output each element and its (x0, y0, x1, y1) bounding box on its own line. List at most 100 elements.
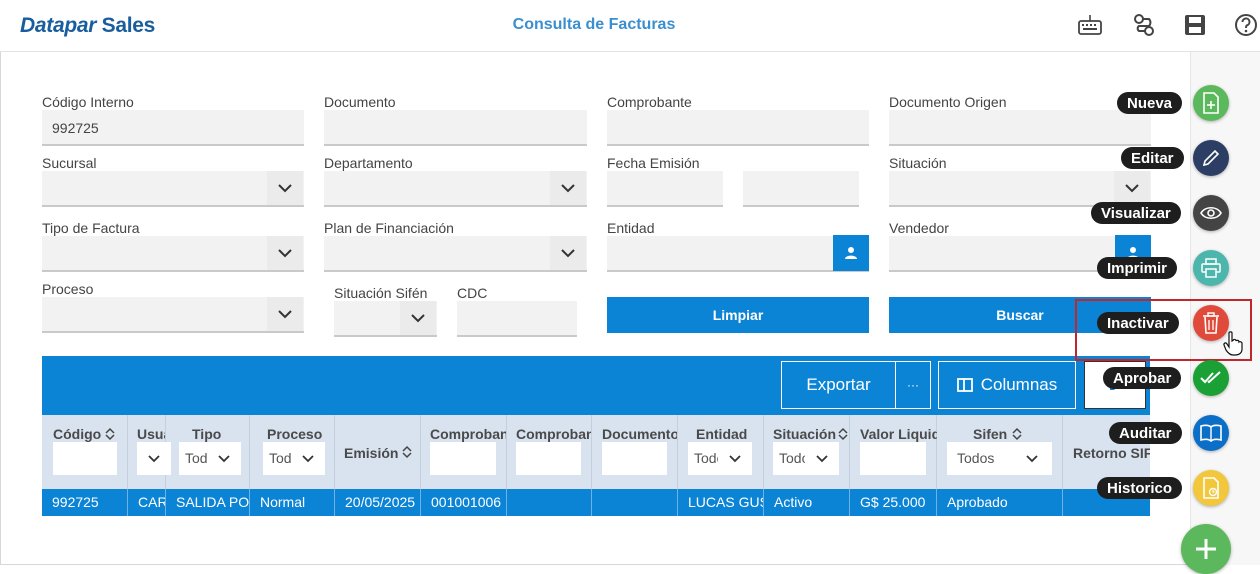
vendedor-label: Vendedor (889, 220, 949, 236)
aprobar-button[interactable] (1193, 360, 1229, 396)
departamento-chevron-down-icon[interactable] (550, 171, 586, 205)
sort-icon[interactable] (1011, 427, 1023, 441)
hand-cursor-icon (1223, 331, 1243, 356)
codigo-interno-label: Código Interno (42, 94, 134, 110)
sucursal-select[interactable] (42, 171, 304, 207)
comprobante-label: Comprobante (607, 94, 692, 110)
filter-comprobante-2-input[interactable] (516, 442, 581, 475)
col-header-tipo: Tipo (192, 426, 222, 442)
historico-label[interactable]: Historico (1097, 477, 1183, 499)
cell-codigo: 992725 (42, 489, 128, 516)
exportar-more-button[interactable]: ··· (895, 361, 931, 409)
tipo-factura-label: Tipo de Factura (42, 220, 140, 236)
visualizar-label[interactable]: Visualizar (1091, 202, 1181, 224)
situacion-chevron-down-icon[interactable] (1114, 171, 1150, 205)
main-add-button[interactable] (1181, 524, 1231, 574)
col-emision[interactable]: Emisión (335, 415, 421, 489)
historico-button[interactable] (1193, 470, 1229, 506)
col-documento[interactable]: Documento (592, 415, 678, 489)
col-tipo[interactable]: Tipo Todos (166, 415, 250, 489)
col-entidad[interactable]: Entidad Todos (678, 415, 764, 489)
col-header-sifen: Sifen (973, 426, 1008, 442)
editar-button[interactable] (1193, 140, 1229, 176)
filter-entidad-chevron-down-icon[interactable] (718, 442, 752, 475)
cell-situacion: Activo (764, 489, 850, 516)
filter-valor-liquido-input[interactable] (860, 442, 926, 475)
imprimir-label[interactable]: Imprimir (1097, 257, 1178, 279)
aprobar-label[interactable]: Aprobar (1103, 367, 1182, 389)
editar-label[interactable]: Editar (1121, 147, 1184, 169)
fecha-emision-to-input[interactable] (743, 171, 859, 207)
brand-part2: Sales (101, 14, 156, 37)
fecha-emision-label: Fecha Emisión (607, 155, 700, 171)
cdc-input[interactable] (457, 301, 577, 337)
keyboard-icon[interactable] (1077, 12, 1103, 38)
situacion-sifen-chevron-down-icon[interactable] (400, 301, 436, 335)
col-codigo[interactable]: Código (42, 415, 128, 489)
col-proceso[interactable]: Proceso Todos (250, 415, 335, 489)
brand-part1: Datapar (20, 14, 102, 37)
proceso-chevron-down-icon[interactable] (267, 297, 303, 331)
codigo-interno-input[interactable]: 992725 (42, 110, 304, 146)
cell-usuario: CARLOS (128, 489, 166, 516)
col-header-documento: Documento (602, 426, 677, 442)
filter-situacion-chevron-down-icon[interactable] (805, 442, 839, 475)
nueva-button[interactable] (1193, 85, 1229, 121)
nueva-label[interactable]: Nueva (1117, 92, 1183, 114)
col-situacion[interactable]: Situación Todos (764, 415, 850, 489)
filter-sifen-chevron-down-icon[interactable] (1015, 442, 1049, 475)
col-header-situacion: Situación (773, 426, 837, 442)
fecha-emision-from-input[interactable] (607, 171, 723, 207)
tipo-factura-chevron-down-icon[interactable] (267, 236, 303, 270)
top-bar: Datapar Sales Consulta de Facturas (0, 0, 1260, 52)
filter-documento-input[interactable] (602, 442, 667, 475)
visualizar-button[interactable] (1193, 195, 1229, 231)
imprimir-button[interactable] (1193, 250, 1229, 286)
plan-financiacion-select[interactable] (324, 236, 587, 272)
col-usuario[interactable]: Usuario (128, 415, 171, 489)
col-header-emision: Emisión (344, 445, 399, 461)
filter-codigo-input[interactable] (53, 442, 117, 475)
col-header-comprobante-2: Comprobante (516, 426, 591, 442)
auditar-button[interactable] (1193, 415, 1229, 451)
col-comprobante-2[interactable]: Comprobante (507, 415, 592, 489)
col-header-retorno-sifen: Retorno SIFEN (1073, 445, 1150, 461)
history-document-icon (1203, 477, 1219, 499)
documento-origen-input[interactable] (889, 110, 1151, 146)
columnas-label: Columnas (980, 375, 1058, 394)
sort-icon[interactable] (104, 427, 116, 441)
filter-comprobante-input[interactable] (430, 442, 496, 475)
exportar-button[interactable]: Exportar (781, 361, 896, 409)
columnas-button[interactable]: Columnas (938, 361, 1076, 409)
tipo-factura-select[interactable] (42, 236, 304, 272)
col-valor-liquido[interactable]: Valor Liquido (850, 415, 937, 489)
comprobante-input[interactable] (607, 110, 869, 146)
grid-header: Código Usuario Tipo Todos Proceso Todos … (42, 415, 1150, 489)
col-sifen[interactable]: Sifen Todos (937, 415, 1063, 489)
brand-logo: Datapar Sales (20, 14, 155, 38)
sucursal-chevron-down-icon[interactable] (267, 171, 303, 205)
cell-comprobante-2 (507, 489, 592, 516)
help-icon[interactable] (1233, 12, 1259, 38)
grid-toolbar: Exportar ··· Columnas (42, 356, 1150, 415)
col-comprobante[interactable]: Comprobante (421, 415, 507, 489)
entidad-search-button[interactable] (833, 235, 869, 271)
save-icon[interactable] (1182, 12, 1208, 38)
columns-icon (956, 378, 973, 392)
entidad-label: Entidad (607, 220, 655, 236)
filter-proceso-chevron-down-icon[interactable] (291, 442, 325, 475)
entidad-input[interactable] (607, 236, 869, 272)
departamento-select[interactable] (324, 171, 587, 207)
cell-valor-liquido: G$ 25.000 (850, 489, 937, 516)
table-row[interactable]: 992725 CARLOS SALIDA POR Normal 20/05/20… (42, 489, 1150, 516)
documento-input[interactable] (324, 110, 587, 146)
sort-icon[interactable] (837, 427, 849, 441)
book-icon (1200, 424, 1222, 442)
auditar-label[interactable]: Auditar (1109, 422, 1182, 444)
limpiar-button[interactable]: Limpiar (607, 297, 869, 333)
plan-financiacion-chevron-down-icon[interactable] (550, 236, 586, 270)
proceso-select[interactable] (42, 297, 304, 333)
sort-icon[interactable] (401, 445, 413, 459)
route-icon[interactable] (1131, 12, 1157, 38)
filter-tipo-chevron-down-icon[interactable] (207, 442, 241, 475)
